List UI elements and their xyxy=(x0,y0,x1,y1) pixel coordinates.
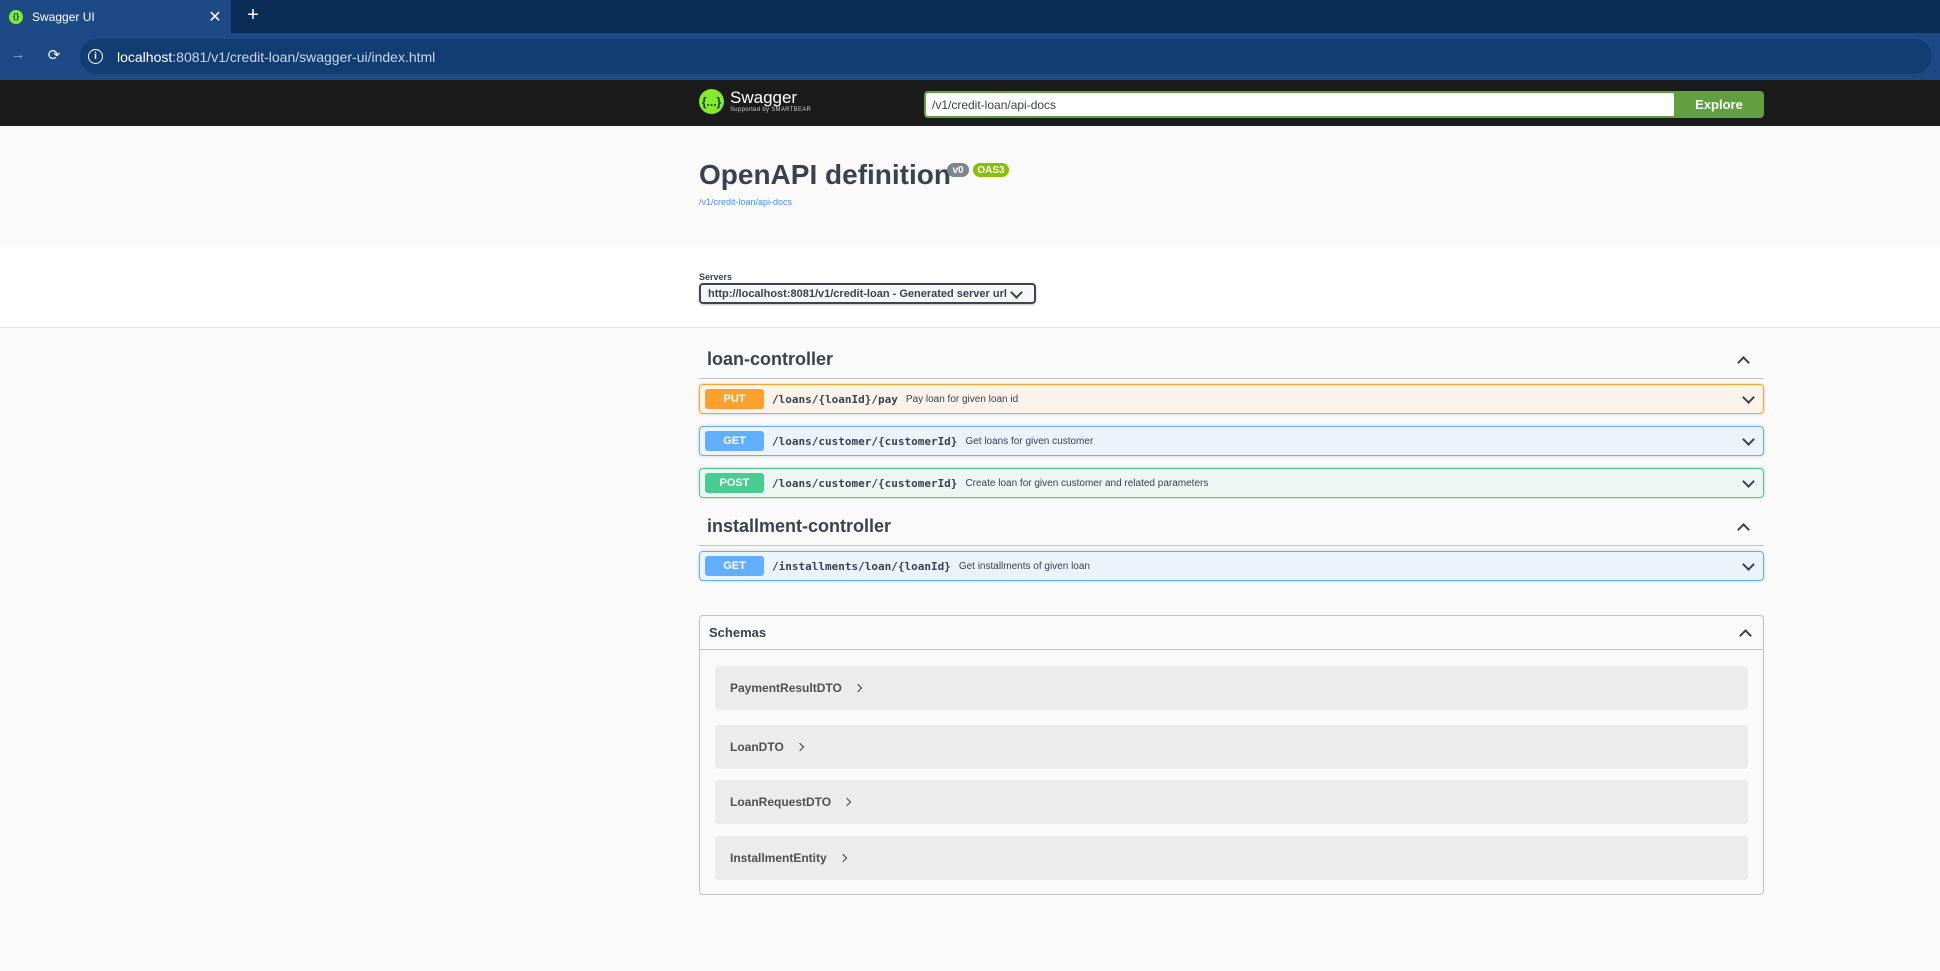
model-name: PaymentResultDTO xyxy=(730,681,842,695)
operation-get-loans-customer[interactable]: GET /loans/customer/{customerId} Get loa… xyxy=(699,426,1764,456)
browser-tab[interactable]: {} Swagger UI ✕ xyxy=(0,0,231,33)
model-name: InstallmentEntity xyxy=(730,851,827,865)
chevron-down-icon xyxy=(1741,392,1755,406)
operation-path: /installments/loan/{loanId} xyxy=(772,559,951,573)
chevron-down-icon xyxy=(1009,287,1023,301)
operation-summary: Get installments of given loan xyxy=(958,560,1090,572)
chevron-down-icon xyxy=(1741,476,1755,490)
info-section xyxy=(0,126,1940,246)
servers-label: Servers xyxy=(699,272,733,282)
new-tab-button[interactable]: + xyxy=(243,4,263,27)
chevron-up-icon xyxy=(1738,626,1752,640)
browser-tab-bar: {} Swagger UI ✕ + xyxy=(0,0,1940,33)
site-info-icon[interactable]: i xyxy=(88,49,103,64)
tag-installment-controller[interactable]: installment-controller xyxy=(699,508,1764,546)
chevron-down-icon xyxy=(1741,559,1755,573)
model-name: LoanDTO xyxy=(730,740,784,754)
swagger-logo[interactable]: {...} Swagger Supported by SMARTBEAR xyxy=(699,89,811,114)
operation-path: /loans/{loanId}/pay xyxy=(772,392,898,406)
browser-toolbar: → ⟳ i localhost:8081/v1/credit-loan/swag… xyxy=(0,33,1940,80)
tag-loan-controller[interactable]: loan-controller xyxy=(699,341,1764,379)
servers-select[interactable]: http://localhost:8081/v1/credit-loan - G… xyxy=(699,283,1036,304)
chevron-down-icon xyxy=(1741,434,1755,448)
tab-title: Swagger UI xyxy=(32,9,95,24)
chevron-right-icon xyxy=(843,796,855,808)
chevron-right-icon xyxy=(839,852,851,864)
model-installment-entity[interactable]: InstallmentEntity xyxy=(715,836,1748,880)
swagger-favicon-icon: {} xyxy=(9,9,23,24)
back-arrow-icon[interactable]: → xyxy=(8,46,28,63)
operation-summary: Pay loan for given loan id xyxy=(905,393,1019,405)
tag-name: installment-controller xyxy=(707,516,892,536)
url-path: :8081/v1/credit-loan/swagger-ui/index.ht… xyxy=(172,48,436,65)
model-loan-request-dto[interactable]: LoanRequestDTO xyxy=(715,780,1748,824)
smartbear-subtext: Supported by SMARTBEAR xyxy=(730,107,812,113)
model-name: LoanRequestDTO xyxy=(730,795,832,809)
operation-post-loans-customer[interactable]: POST /loans/customer/{customerId} Create… xyxy=(699,468,1764,498)
reload-icon[interactable]: ⟳ xyxy=(44,46,64,64)
swagger-logo-text: Swagger xyxy=(730,88,798,107)
tag-name: loan-controller xyxy=(707,349,834,369)
operation-put-loans-pay[interactable]: PUT /loans/{loanId}/pay Pay loan for giv… xyxy=(699,384,1764,414)
chevron-right-icon xyxy=(854,682,866,694)
url-host: localhost xyxy=(117,48,173,65)
api-docs-link[interactable]: /v1/credit-loan/api-docs xyxy=(699,197,792,207)
model-loan-dto[interactable]: LoanDTO xyxy=(715,725,1748,769)
version-badge: v0 xyxy=(947,163,969,177)
close-tab-icon[interactable]: ✕ xyxy=(205,7,225,27)
swagger-logo-icon: {...} xyxy=(699,89,724,114)
schemas-label: Schemas xyxy=(709,625,767,640)
operation-get-installments-loan[interactable]: GET /installments/loan/{loanId} Get inst… xyxy=(699,551,1764,581)
chevron-up-icon xyxy=(1736,520,1750,534)
explore-button[interactable]: Explore xyxy=(1674,91,1764,118)
method-badge: GET xyxy=(705,556,764,576)
schemas-header[interactable]: Schemas xyxy=(700,616,1763,650)
chevron-right-icon xyxy=(796,741,808,753)
model-payment-result-dto[interactable]: PaymentResultDTO xyxy=(715,666,1748,710)
spec-url-input[interactable]: /v1/credit-loan/api-docs xyxy=(924,91,1676,118)
chevron-up-icon xyxy=(1736,353,1750,367)
method-badge: POST xyxy=(705,473,764,493)
operation-summary: Get loans for given customer xyxy=(965,435,1094,447)
method-badge: PUT xyxy=(705,389,764,409)
oas-badge: OAS3 xyxy=(973,163,1009,177)
address-bar[interactable]: i localhost:8081/v1/credit-loan/swagger-… xyxy=(80,39,1932,74)
api-title: OpenAPI definition xyxy=(699,159,951,190)
operation-path: /loans/customer/{customerId} xyxy=(772,434,958,448)
servers-selected-value: http://localhost:8081/v1/credit-loan - G… xyxy=(708,287,1007,300)
operation-path: /loans/customer/{customerId} xyxy=(772,476,958,490)
schemas-section: Schemas PaymentResultDTO LoanDTO LoanReq… xyxy=(699,615,1764,895)
method-badge: GET xyxy=(705,431,764,451)
url-text: localhost:8081/v1/credit-loan/swagger-ui… xyxy=(117,49,435,65)
operation-summary: Create loan for given customer and relat… xyxy=(965,477,1209,489)
